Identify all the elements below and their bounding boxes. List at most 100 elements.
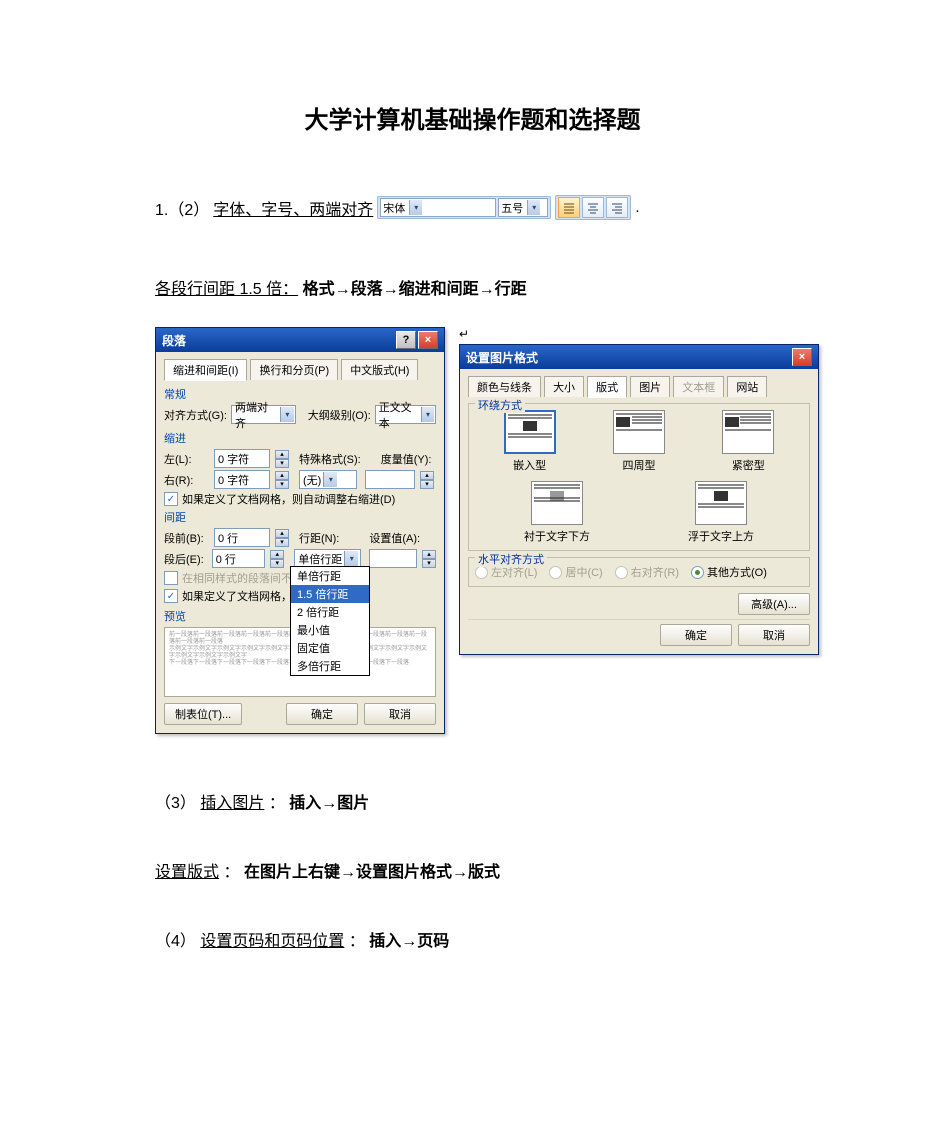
halign-legend: 水平对齐方式	[475, 551, 547, 567]
wrap-fieldset: 环绕方式 嵌入型 四周型	[468, 403, 810, 551]
wrap-inline-label: 嵌入型	[513, 457, 546, 473]
outline-value: 正文文本	[379, 399, 419, 431]
tab-pagebreak[interactable]: 换行和分页(P)	[250, 359, 338, 380]
spin-up-icon[interactable]: ▴	[275, 529, 289, 538]
spin-up-icon[interactable]: ▴	[270, 550, 284, 559]
dialog-screenshots: 段落 ? × 缩进和间距(I) 换行和分页(P) 中文版式(H) 常规	[155, 327, 865, 734]
tab-picture[interactable]: 图片	[630, 376, 670, 397]
period: .	[635, 199, 639, 217]
dialog-title: 段落	[162, 332, 186, 349]
tab-asian[interactable]: 中文版式(H)	[341, 359, 418, 380]
tabstops-button[interactable]: 制表位(T)...	[164, 703, 242, 725]
advanced-button[interactable]: 高级(A)...	[738, 593, 810, 615]
dialog-title: 设置图片格式	[466, 349, 538, 366]
option-multi[interactable]: 多倍行距	[291, 657, 369, 675]
tab-textbox[interactable]: 文本框	[673, 376, 724, 397]
sep: ：	[269, 795, 285, 812]
linespacing-dropdown[interactable]: 单倍行距 1.5 倍行距 2 倍行距 最小值 固定值 多倍行距	[290, 566, 370, 676]
align-center-button[interactable]	[582, 197, 604, 218]
radio-right[interactable]	[615, 566, 628, 579]
option-fixed[interactable]: 固定值	[291, 639, 369, 657]
radio-other[interactable]	[691, 566, 704, 579]
wrap-front-label: 浮于文字上方	[688, 528, 754, 544]
right-spinner[interactable]: 0 字符	[214, 470, 270, 489]
chevron-down-icon[interactable]: ▾	[421, 407, 434, 422]
right-value: 0 字符	[218, 472, 249, 488]
tab-layout[interactable]: 版式	[587, 376, 627, 398]
align-justify-button[interactable]	[558, 197, 580, 218]
checkbox-grid-indent[interactable]: ✓	[164, 492, 178, 506]
spin-down-icon[interactable]: ▾	[275, 538, 289, 547]
tab-size[interactable]: 大小	[544, 376, 584, 397]
chevron-down-icon[interactable]: ▾	[280, 407, 294, 422]
help-icon[interactable]: ?	[396, 331, 416, 349]
spin-up-icon[interactable]: ▴	[420, 471, 434, 480]
radio-left[interactable]	[475, 566, 488, 579]
item-path: 在图片上右键→设置图片格式→版式	[244, 864, 500, 881]
special-label: 特殊格式(S):	[299, 451, 361, 467]
caret-mark: ↵	[459, 327, 819, 342]
special-combo[interactable]: (无)▾	[299, 470, 357, 489]
after-spinner[interactable]: 0 行	[212, 549, 266, 568]
chevron-down-icon[interactable]: ▾	[527, 200, 540, 215]
font-size-value: 五号	[501, 200, 523, 216]
spin-up-icon[interactable]: ▴	[275, 471, 289, 480]
by-spinner[interactable]	[365, 470, 415, 489]
special-value: (无)	[303, 472, 321, 488]
cancel-button[interactable]: 取消	[364, 703, 436, 725]
ok-button[interactable]: 确定	[286, 703, 358, 725]
wrap-tight-label: 紧密型	[732, 457, 765, 473]
tab-color[interactable]: 颜色与线条	[468, 376, 541, 397]
section-indent: 缩进	[164, 430, 436, 446]
option-1p5[interactable]: 1.5 倍行距	[291, 585, 369, 603]
dialog-titlebar[interactable]: 设置图片格式 ×	[460, 345, 818, 369]
spin-down-icon[interactable]: ▾	[275, 459, 289, 468]
spin-up-icon[interactable]: ▴	[422, 550, 436, 559]
wrap-behind[interactable]: 衬于文字下方	[512, 481, 602, 544]
spin-down-icon[interactable]: ▾	[422, 559, 436, 568]
font-combo[interactable]: 宋体 ▾	[380, 198, 496, 217]
tab-indent[interactable]: 缩进和间距(I)	[164, 359, 247, 381]
before-label: 段前(B):	[164, 530, 210, 546]
spin-down-icon[interactable]: ▾	[420, 480, 434, 489]
item-path: 插入→页码	[369, 933, 449, 950]
chevron-down-icon[interactable]: ▾	[323, 472, 337, 487]
checkbox-noadd[interactable]	[164, 571, 178, 585]
font-size-combo[interactable]: 五号 ▾	[498, 198, 548, 217]
align-right-button[interactable]	[606, 197, 628, 218]
close-icon[interactable]: ×	[792, 348, 812, 366]
option-single[interactable]: 单倍行距	[291, 567, 369, 585]
item-prefix: 1.（2）	[155, 196, 209, 220]
option-double[interactable]: 2 倍行距	[291, 603, 369, 621]
radio-other-label: 其他方式(O)	[707, 564, 767, 580]
linespacing-value: 单倍行距	[298, 551, 342, 567]
outline-combo[interactable]: 正文文本▾	[375, 405, 436, 424]
spin-up-icon[interactable]: ▴	[275, 450, 289, 459]
sep: ：	[223, 864, 239, 881]
spin-down-icon[interactable]: ▾	[275, 480, 289, 489]
align-combo[interactable]: 两端对齐▾	[231, 405, 296, 424]
close-icon[interactable]: ×	[418, 331, 438, 349]
spin-down-icon[interactable]: ▾	[270, 559, 284, 568]
chevron-down-icon[interactable]: ▾	[409, 200, 422, 215]
cancel-button[interactable]: 取消	[738, 624, 810, 646]
wrap-front[interactable]: 浮于文字上方	[676, 481, 766, 544]
checkbox-grid2[interactable]: ✓	[164, 589, 178, 603]
sep: ：	[349, 933, 365, 950]
wrap-inline[interactable]: 嵌入型	[500, 410, 560, 473]
before-spinner[interactable]: 0 行	[214, 528, 270, 547]
wrap-tight[interactable]: 紧密型	[718, 410, 778, 473]
wrap-square-label: 四周型	[622, 457, 655, 473]
at-spinner[interactable]	[369, 549, 417, 568]
paragraph-dialog: 段落 ? × 缩进和间距(I) 换行和分页(P) 中文版式(H) 常规	[155, 327, 445, 734]
item-3-line: （3） 插入图片 ： 插入→图片	[155, 789, 865, 813]
radio-center[interactable]	[549, 566, 562, 579]
tab-web[interactable]: 网站	[727, 376, 767, 397]
chevron-down-icon[interactable]: ▾	[344, 551, 358, 566]
option-min[interactable]: 最小值	[291, 621, 369, 639]
ok-button[interactable]: 确定	[660, 624, 732, 646]
wrap-square[interactable]: 四周型	[609, 410, 669, 473]
dialog-titlebar[interactable]: 段落 ? ×	[156, 328, 444, 352]
left-spinner[interactable]: 0 字符	[214, 449, 270, 468]
left-label: 左(L):	[164, 451, 210, 467]
